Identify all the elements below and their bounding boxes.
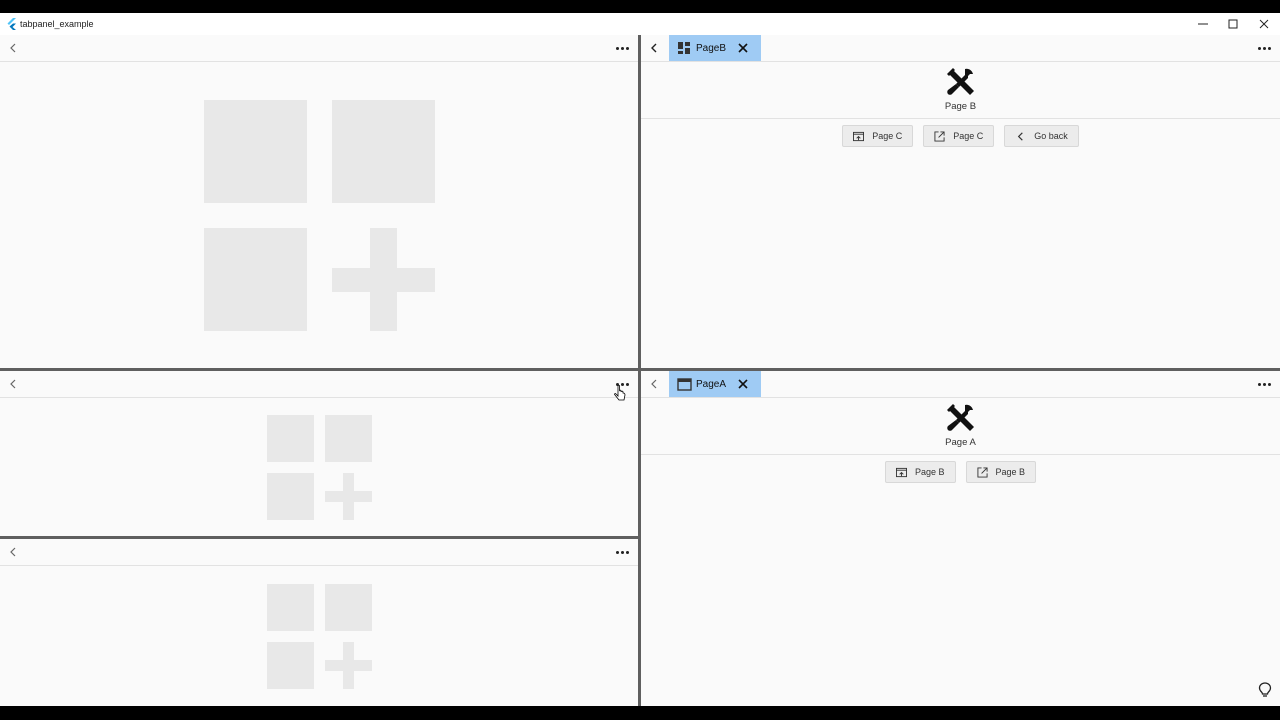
back-button[interactable]	[647, 41, 661, 55]
more-horizontal-icon	[615, 46, 619, 50]
panel-middle-left	[0, 371, 638, 536]
panel-top-right: PageB Page B Page C Page C Go back	[641, 35, 1280, 368]
close-icon	[1259, 19, 1269, 29]
app-window: tabpanel_example PageB Page B Page C Pag…	[0, 13, 1280, 706]
action-buttons: Page B Page B	[641, 461, 1280, 483]
dashboard-icon	[676, 40, 692, 56]
page-content: Page A Page B Page B	[641, 398, 1280, 483]
close-window-button[interactable]	[1249, 13, 1279, 35]
panel-bottom-right: PageA Page A Page B Page B	[641, 371, 1280, 706]
flutter-logo-icon	[7, 18, 16, 30]
back-button[interactable]	[6, 377, 20, 391]
page-content: Page B Page C Page C Go back	[641, 62, 1280, 147]
maximize-button[interactable]	[1218, 13, 1248, 35]
minimize-icon	[1198, 23, 1208, 25]
empty-panel-placeholder	[267, 415, 372, 520]
page-title: Page B	[944, 101, 977, 112]
panel-bottom-left	[0, 539, 638, 706]
action-buttons: Page C Page C Go back	[641, 125, 1280, 147]
open-in-new-icon	[976, 466, 988, 478]
tab-pagea[interactable]: PageA	[669, 371, 761, 397]
minimize-button[interactable]	[1188, 13, 1218, 35]
back-button[interactable]	[6, 41, 20, 55]
chevron-left-icon	[1018, 131, 1024, 141]
mouse-cursor-icon	[614, 385, 626, 401]
chevron-left-icon	[651, 379, 657, 389]
back-button[interactable]	[647, 377, 661, 391]
open-in-new-icon	[934, 130, 945, 142]
panel-toolbar	[0, 35, 638, 62]
open-in-tab-icon	[853, 131, 865, 141]
close-icon	[738, 43, 748, 53]
page-title: Page A	[945, 437, 976, 448]
window-title: tabpanel_example	[20, 19, 94, 29]
tab-close-button[interactable]	[735, 376, 751, 392]
tab-label: PageA	[696, 378, 727, 390]
go-back-button[interactable]: Go back	[1004, 125, 1079, 147]
panel-toolbar	[0, 539, 638, 566]
page-header: Page B	[641, 62, 1280, 119]
chevron-left-icon	[651, 43, 657, 53]
open-page-b-in-tab-button[interactable]: Page B	[884, 461, 956, 483]
maximize-icon	[1228, 19, 1238, 29]
tab-label: PageB	[696, 42, 727, 54]
panel-toolbar: PageA	[641, 371, 1280, 398]
tools-icon	[946, 68, 974, 95]
tab-pageb[interactable]: PageB	[669, 35, 761, 61]
empty-panel-placeholder	[204, 100, 435, 331]
more-options-button[interactable]	[1254, 41, 1274, 55]
back-button[interactable]	[6, 545, 20, 559]
more-options-button[interactable]	[612, 41, 632, 55]
empty-panel-placeholder	[267, 584, 372, 689]
tab-close-button[interactable]	[735, 40, 751, 56]
more-horizontal-icon	[1257, 46, 1261, 50]
open-page-c-in-tab-button[interactable]: Page C	[842, 125, 914, 147]
more-options-button[interactable]	[1254, 377, 1274, 391]
open-in-tab-icon	[895, 467, 907, 477]
chevron-left-icon	[10, 43, 16, 53]
more-horizontal-icon	[1257, 382, 1261, 386]
close-icon	[738, 379, 748, 389]
web-asset-icon	[676, 376, 692, 392]
panel-top-left	[0, 35, 638, 368]
more-options-button[interactable]	[612, 545, 632, 559]
more-horizontal-icon	[615, 550, 619, 554]
page-header: Page A	[641, 398, 1280, 455]
open-page-c-new-window-button[interactable]: Page C	[923, 125, 995, 147]
open-page-b-new-window-button[interactable]: Page B	[965, 461, 1037, 483]
chevron-left-icon	[10, 547, 16, 557]
title-bar[interactable]: tabpanel_example	[0, 13, 1280, 35]
chevron-left-icon	[10, 379, 16, 389]
tools-icon	[946, 404, 974, 431]
panel-toolbar	[0, 371, 638, 398]
panel-toolbar: PageB	[641, 35, 1280, 62]
lightbulb-icon[interactable]	[1258, 682, 1272, 698]
